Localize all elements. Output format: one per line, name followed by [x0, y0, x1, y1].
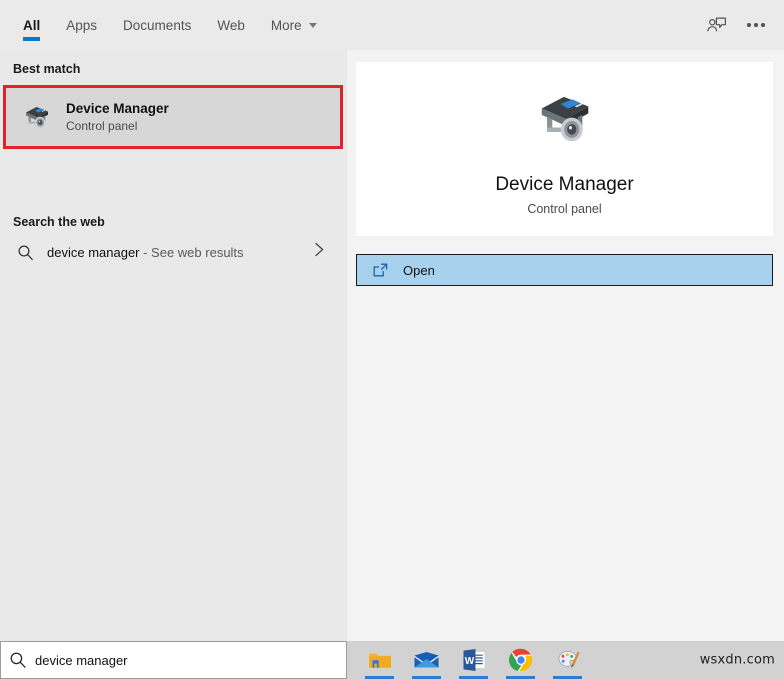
web-result-query: device manager — [47, 244, 140, 260]
paint-icon — [557, 650, 580, 668]
svg-text:W: W — [464, 656, 474, 667]
best-match-text: Device Manager Control panel — [66, 100, 169, 134]
web-result-label: device manager - See web results — [47, 245, 244, 260]
search-header: All Apps Documents Web More — [0, 0, 784, 50]
tab-active-underline — [23, 37, 41, 41]
tab-web[interactable]: Web — [204, 0, 258, 50]
app-preview-card: Device Manager Control panel — [356, 62, 773, 236]
taskbar-mail[interactable] — [403, 641, 450, 679]
tab-web-label: Web — [217, 17, 245, 33]
feedback-button[interactable] — [696, 5, 736, 45]
tab-apps[interactable]: Apps — [53, 0, 110, 50]
device-manager-icon — [17, 97, 57, 137]
header-actions — [696, 0, 776, 50]
device-manager-icon — [529, 82, 601, 159]
preview-subtitle: Control panel — [527, 202, 602, 216]
best-match-title: Device Manager — [66, 101, 169, 116]
best-match-section-label: Best match — [13, 62, 81, 76]
open-button[interactable]: Open — [356, 254, 773, 286]
tab-documents-label: Documents — [123, 17, 192, 33]
tab-apps-label: Apps — [66, 17, 98, 33]
open-button-label: Open — [403, 262, 435, 278]
best-match-result-device-manager[interactable]: Device Manager Control panel — [6, 88, 340, 146]
best-match-subtitle: Control panel — [66, 119, 138, 133]
tab-more[interactable]: More — [258, 0, 330, 50]
taskbar-search-box[interactable]: device manager — [0, 641, 347, 679]
results-pane: Best match Device Manager Control panel … — [0, 50, 347, 641]
person-feedback-icon — [706, 17, 726, 31]
taskbar-paint[interactable] — [544, 641, 591, 679]
folder-icon — [368, 653, 391, 668]
tab-all[interactable]: All — [10, 0, 53, 50]
taskbar-chrome[interactable] — [497, 641, 544, 679]
more-options-button[interactable] — [736, 5, 776, 45]
open-external-icon — [357, 262, 403, 278]
tab-all-label: All — [23, 17, 41, 33]
preview-title: Device Manager — [495, 174, 634, 195]
taskbar-file-explorer[interactable] — [356, 641, 403, 679]
search-icon — [11, 244, 39, 261]
taskbar: device manager W wsxdn.com — [0, 641, 784, 679]
search-filter-tabs: All Apps Documents Web More — [0, 0, 330, 50]
tab-more-label: More — [270, 17, 302, 33]
tab-documents[interactable]: Documents — [110, 0, 204, 50]
watermark: wsxdn.com — [699, 652, 775, 668]
ellipsis-icon — [747, 23, 765, 27]
search-input[interactable]: device manager — [35, 653, 128, 668]
chevron-right-icon — [314, 242, 325, 263]
windows-search-flyout: All Apps Documents Web More Best match D… — [0, 0, 784, 679]
taskbar-app-icons: W — [356, 641, 591, 679]
preview-pane: Device Manager Control panel Open — [347, 50, 784, 641]
envelope-icon — [414, 651, 439, 667]
chevron-down-icon — [308, 22, 317, 28]
chrome-icon — [508, 648, 532, 672]
taskbar-word[interactable]: W — [450, 641, 497, 679]
web-result-device-manager[interactable]: device manager - See web results — [0, 232, 347, 272]
search-icon — [1, 651, 35, 669]
web-result-suffix: - See web results — [139, 244, 244, 260]
word-icon: W — [463, 649, 484, 671]
